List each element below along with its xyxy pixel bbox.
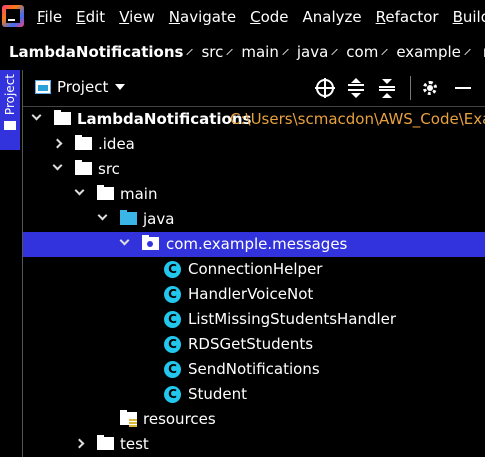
tree-node-main[interactable]: main xyxy=(23,182,485,207)
breadcrumb: LambdaNotifications src main java com ex… xyxy=(0,34,485,70)
locate-file-icon[interactable] xyxy=(315,78,335,98)
tree-node-class[interactable]: C Student xyxy=(23,382,485,407)
tree-node-root[interactable]: LambdaNotifications C:\Users\scmacdon\AW… xyxy=(23,107,485,132)
tree-node-label: Student xyxy=(188,385,248,403)
breadcrumb-item-project[interactable]: LambdaNotifications xyxy=(0,43,183,61)
chevron-right-icon[interactable] xyxy=(74,438,85,449)
chevron-down-icon[interactable] xyxy=(74,185,85,196)
menu-view[interactable]: View xyxy=(119,8,155,26)
java-class-icon: C xyxy=(164,361,181,378)
breadcrumb-item-example[interactable]: example xyxy=(387,43,461,61)
collapse-all-icon[interactable] xyxy=(377,78,397,98)
tree-node-label: SendNotifications xyxy=(188,360,320,378)
tree-node-label: RDSGetStudents xyxy=(188,335,314,353)
chevron-down-icon[interactable] xyxy=(52,160,63,171)
chevron-right-icon xyxy=(464,48,471,56)
source-folder-icon xyxy=(120,210,137,225)
project-panel: Project LambdaNotifications C:\Users\scm… xyxy=(22,70,485,457)
menu-file[interactable]: File xyxy=(37,8,62,26)
tree-node-class[interactable]: C RDSGetStudents xyxy=(23,332,485,357)
breadcrumb-item-java[interactable]: java xyxy=(288,43,328,61)
menu-code[interactable]: Code xyxy=(250,8,288,26)
project-view-icon xyxy=(35,80,51,94)
breadcrumb-item-messages[interactable]: me xyxy=(480,43,485,61)
intellij-logo-icon[interactable] xyxy=(2,5,24,27)
tree-node-package[interactable]: com.example.messages xyxy=(23,232,485,257)
folder-icon xyxy=(97,435,114,450)
minimize-icon[interactable] xyxy=(453,78,473,98)
project-tool-tab-label: Project xyxy=(3,74,17,116)
tree-node-test[interactable]: test xyxy=(23,432,485,457)
chevron-down-icon[interactable] xyxy=(119,235,130,246)
toolbar-divider xyxy=(410,76,411,100)
project-tool-tab[interactable]: Project xyxy=(0,70,20,150)
menu-analyze[interactable]: Analyze xyxy=(303,8,362,26)
module-folder-icon xyxy=(54,110,71,125)
package-folder-icon xyxy=(142,235,159,250)
tree-node-class[interactable]: C HandlerVoiceNot xyxy=(23,282,485,307)
java-class-icon: C xyxy=(164,261,181,278)
tree-node-class[interactable]: C ConnectionHelper xyxy=(23,257,485,282)
tree-node-label: HandlerVoiceNot xyxy=(188,285,314,303)
menu-refactor[interactable]: Refactor xyxy=(376,8,439,26)
project-path: C:\Users\scmacdon\AWS_Code\Exar xyxy=(230,110,485,128)
java-class-icon: C xyxy=(164,386,181,403)
tree-node-label: test xyxy=(120,435,149,453)
tree-node-label: main xyxy=(120,185,158,203)
gear-icon[interactable] xyxy=(420,78,440,98)
tree-node-src[interactable]: src xyxy=(23,157,485,182)
tree-node-label: com.example.messages xyxy=(166,235,348,253)
menu-bar: File Edit View Navigate Code Analyze Ref… xyxy=(0,0,485,34)
expand-all-icon[interactable] xyxy=(346,78,366,98)
chevron-down-icon[interactable] xyxy=(97,210,108,221)
resources-folder-icon xyxy=(120,410,137,427)
folder-icon xyxy=(75,135,92,150)
menu-navigate[interactable]: Navigate xyxy=(169,8,236,26)
tree-node-class[interactable]: C SendNotifications xyxy=(23,357,485,382)
java-class-icon: C xyxy=(164,286,181,303)
folder-icon xyxy=(75,160,92,175)
tree-node-resources[interactable]: resources xyxy=(23,407,485,432)
project-view-selector[interactable]: Project xyxy=(57,78,108,96)
menu-edit[interactable]: Edit xyxy=(76,8,105,26)
java-class-icon: C xyxy=(164,336,181,353)
tree-node-label: ConnectionHelper xyxy=(188,260,323,278)
tree-node-idea[interactable]: .idea xyxy=(23,132,485,157)
tree-node-label: src xyxy=(98,160,120,178)
breadcrumb-item-src[interactable]: src xyxy=(192,43,223,61)
breadcrumb-item-com[interactable]: com xyxy=(337,43,378,61)
chevron-down-icon[interactable] xyxy=(31,110,42,121)
menu-build[interactable]: Build xyxy=(453,8,485,26)
tree-node-label: java xyxy=(143,210,175,228)
folder-icon xyxy=(4,121,16,131)
tree-node-label: ListMissingStudentsHandler xyxy=(188,310,397,328)
chevron-right-icon[interactable] xyxy=(52,138,63,149)
folder-icon xyxy=(97,185,114,200)
breadcrumb-item-main[interactable]: main xyxy=(232,43,278,61)
project-panel-header: Project xyxy=(23,70,485,107)
caret-down-icon[interactable] xyxy=(115,84,125,90)
tree-node-class[interactable]: C ListMissingStudentsHandler xyxy=(23,307,485,332)
tree-node-label: .idea xyxy=(98,135,135,153)
tree-node-label: resources xyxy=(143,410,216,428)
tree-node-java[interactable]: java xyxy=(23,207,485,232)
tree-node-label: LambdaNotifications xyxy=(77,110,252,128)
java-class-icon: C xyxy=(164,311,181,328)
